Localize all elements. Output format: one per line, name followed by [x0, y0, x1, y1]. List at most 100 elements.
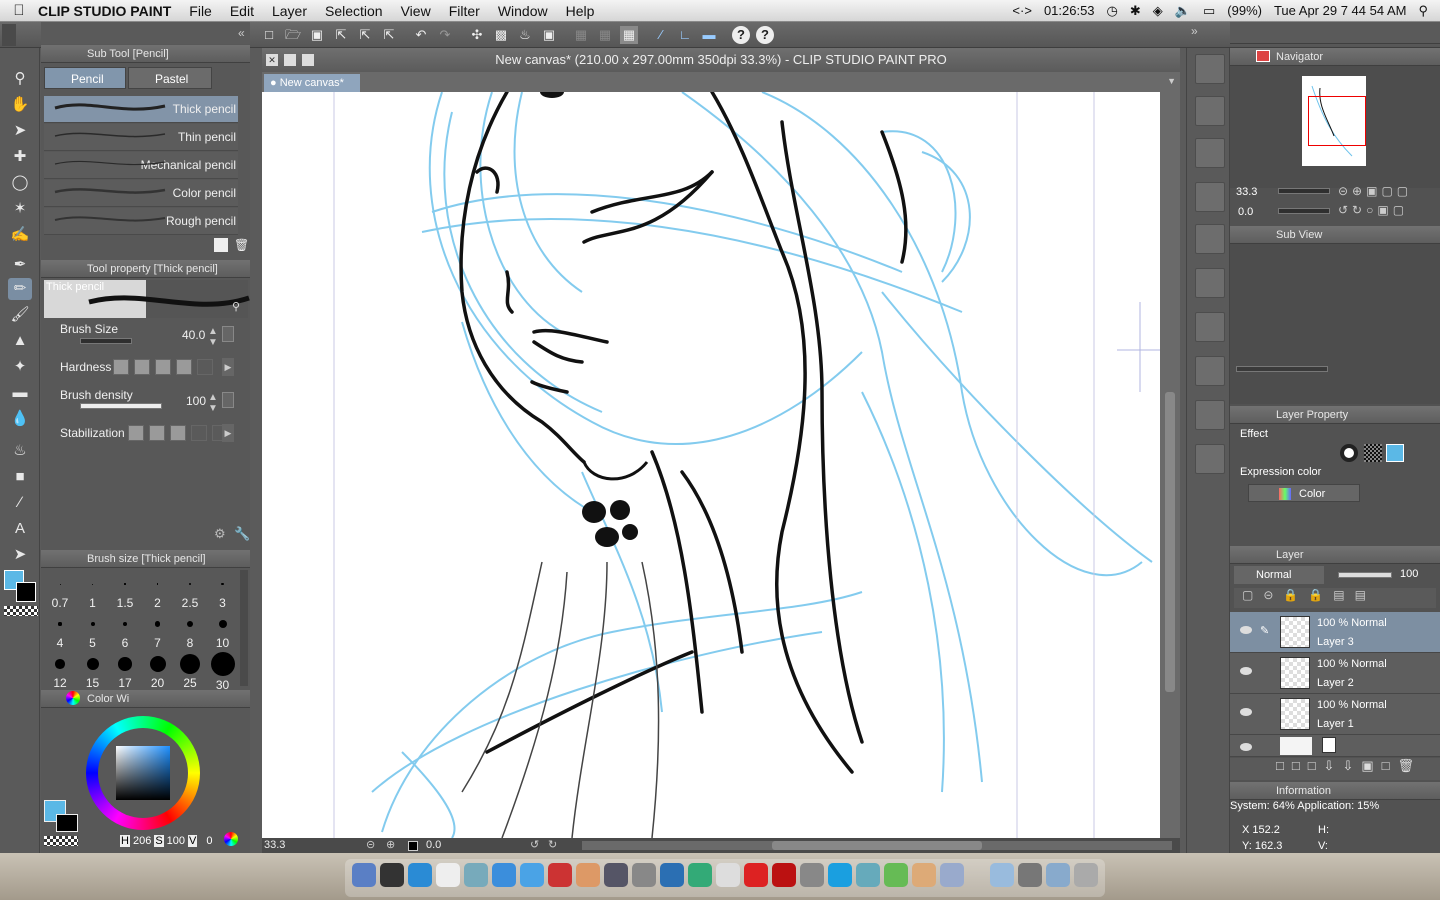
- brush-density-spinner[interactable]: ▲ ▼: [208, 392, 218, 414]
- delete-subtool-icon[interactable]: 🗑: [234, 238, 249, 252]
- rotate-left-icon[interactable]: ↺: [530, 838, 539, 853]
- grid-icon[interactable]: ▦: [620, 26, 638, 44]
- pencil-icon[interactable]: ✏: [8, 278, 32, 300]
- layer-color-effect-icon[interactable]: [1386, 444, 1404, 462]
- menu-window[interactable]: Window: [498, 3, 548, 19]
- brush-size-option[interactable]: 2: [142, 570, 174, 610]
- new-file-icon[interactable]: □: [260, 26, 278, 44]
- brush-color-pencil[interactable]: Color pencil: [44, 180, 238, 207]
- context-help-icon[interactable]: ?: [756, 26, 774, 44]
- move-layer-icon[interactable]: ✚: [8, 146, 32, 168]
- brush-size-option[interactable]: 25: [174, 650, 206, 690]
- brush-density-slider[interactable]: [80, 403, 162, 409]
- spotlight-search-icon[interactable]: ⚲: [1418, 3, 1428, 19]
- layer-header[interactable]: Layer: [1230, 546, 1440, 564]
- tab-pastel[interactable]: Pastel: [128, 67, 212, 89]
- status-zoom[interactable]: 33.3: [264, 838, 285, 853]
- hand-icon[interactable]: ✋: [8, 94, 32, 116]
- layer-search-icon[interactable]: [1195, 356, 1225, 386]
- fit-icon[interactable]: [408, 841, 418, 851]
- mail-icon[interactable]: [464, 863, 488, 887]
- brush-size-option[interactable]: 3: [207, 570, 239, 610]
- save-icon[interactable]: ▣: [308, 26, 326, 44]
- brush-mechanical-pencil[interactable]: Mechanical pencil: [44, 152, 238, 179]
- status-angle[interactable]: 0.0: [426, 838, 441, 853]
- layerprop-header[interactable]: Layer Property: [1230, 406, 1440, 424]
- dashboard-icon[interactable]: [380, 863, 404, 887]
- h-value[interactable]: 206: [133, 835, 151, 847]
- brush-size-option[interactable]: 5: [77, 610, 109, 650]
- brush-size-option[interactable]: 6: [109, 610, 141, 650]
- pen-icon[interactable]: ✒: [8, 254, 32, 276]
- layer-row[interactable]: ✎ 100 % Normal Layer 3: [1230, 612, 1440, 653]
- layer-command-bar[interactable]: □□□⇩⇩▣□🗑: [1230, 758, 1440, 780]
- toolprop-header[interactable]: Tool property [Thick pencil]: [41, 260, 250, 278]
- selection-icon[interactable]: ◯: [8, 172, 32, 194]
- text-icon[interactable]: A: [8, 518, 32, 540]
- tone-panel-icon[interactable]: [1195, 182, 1225, 212]
- fill-bucket-icon[interactable]: ♨: [8, 440, 32, 462]
- subview-area[interactable]: [1230, 244, 1440, 404]
- subview-slider[interactable]: [1236, 366, 1328, 372]
- menu-file[interactable]: File: [189, 3, 212, 19]
- brush-size-option[interactable]: 4: [44, 610, 76, 650]
- brush-thin-pencil[interactable]: Thin pencil: [44, 124, 238, 151]
- brush-rough-pencil[interactable]: Rough pencil: [44, 208, 238, 235]
- rotate-right-icon[interactable]: ↻: [548, 838, 557, 853]
- level-segment[interactable]: [149, 425, 165, 441]
- menu-edit[interactable]: Edit: [230, 3, 254, 19]
- brush-icon[interactable]: 🖌: [8, 304, 32, 326]
- level-segment[interactable]: [191, 425, 207, 441]
- transform-icon[interactable]: ▣: [540, 26, 558, 44]
- menu-filter[interactable]: Filter: [449, 3, 480, 19]
- 3d-panel-icon[interactable]: [1195, 400, 1225, 430]
- layer-opacity-slider[interactable]: [1338, 572, 1392, 578]
- menubar-clock[interactable]: Tue Apr 29 7 44 54 AM: [1274, 3, 1407, 18]
- close-window-icon[interactable]: ✕: [266, 54, 278, 66]
- fill-icon[interactable]: ▩: [492, 26, 510, 44]
- navigator-angle[interactable]: 0.0: [1238, 206, 1253, 218]
- clock-icon[interactable]: ◷: [1107, 3, 1118, 19]
- downloads-stack-icon[interactable]: [990, 863, 1014, 887]
- color-mode-icon[interactable]: [224, 832, 238, 846]
- brush-size-option[interactable]: 8: [174, 610, 206, 650]
- system-preferences-icon[interactable]: [632, 863, 656, 887]
- expression-color-select[interactable]: Color: [1248, 484, 1360, 502]
- ruler-icon[interactable]: ▦: [596, 26, 614, 44]
- brush-size-option[interactable]: 7: [142, 610, 174, 650]
- redo-icon[interactable]: ↷: [436, 26, 454, 44]
- level-segment[interactable]: [197, 359, 213, 375]
- flash-icon[interactable]: [772, 863, 796, 887]
- wrench-icon[interactable]: 🔧: [234, 526, 250, 542]
- finder-icon[interactable]: [352, 863, 376, 887]
- menu-selection[interactable]: Selection: [325, 3, 383, 19]
- collapse-left-icon[interactable]: «: [238, 26, 245, 40]
- brush-size-value[interactable]: 40.0: [182, 328, 205, 342]
- figure-icon[interactable]: ∕: [8, 492, 32, 514]
- minimize-window-icon[interactable]: [284, 54, 296, 66]
- brush-size-option[interactable]: 12: [44, 650, 76, 690]
- help-icon[interactable]: ?: [732, 26, 750, 44]
- saturation-value-square[interactable]: [116, 746, 170, 800]
- menu-layer[interactable]: Layer: [272, 3, 307, 19]
- navigator-panel-icon[interactable]: [1195, 54, 1225, 84]
- border-effect-icon[interactable]: [1340, 444, 1358, 462]
- documents-stack-icon[interactable]: [1018, 863, 1042, 887]
- tab-pencil[interactable]: Pencil: [44, 67, 126, 89]
- app-store-icon[interactable]: [688, 863, 712, 887]
- layer-options-bar[interactable]: ▢⊝🔒🔒▤▤: [1234, 588, 1436, 608]
- wacom-icon[interactable]: [856, 863, 880, 887]
- tab-menu-icon[interactable]: ▼: [1167, 76, 1176, 86]
- bluetooth-icon[interactable]: ✱: [1130, 3, 1141, 19]
- clip-studio-icon[interactable]: [800, 863, 824, 887]
- vertical-scroll-thumb[interactable]: [1165, 392, 1175, 692]
- clear-icon[interactable]: ✣: [468, 26, 486, 44]
- color-sub-swatch[interactable]: [56, 814, 78, 832]
- brush-size-slider[interactable]: [80, 338, 132, 344]
- layer-opacity-value[interactable]: 100: [1400, 568, 1418, 580]
- bucket-icon[interactable]: ♨: [516, 26, 534, 44]
- skype-icon[interactable]: [828, 863, 852, 887]
- brush-size-option[interactable]: 30: [207, 650, 239, 692]
- invert-selection-icon[interactable]: ⇱: [380, 26, 398, 44]
- layer-row[interactable]: 100 % Normal Layer 1: [1230, 694, 1440, 735]
